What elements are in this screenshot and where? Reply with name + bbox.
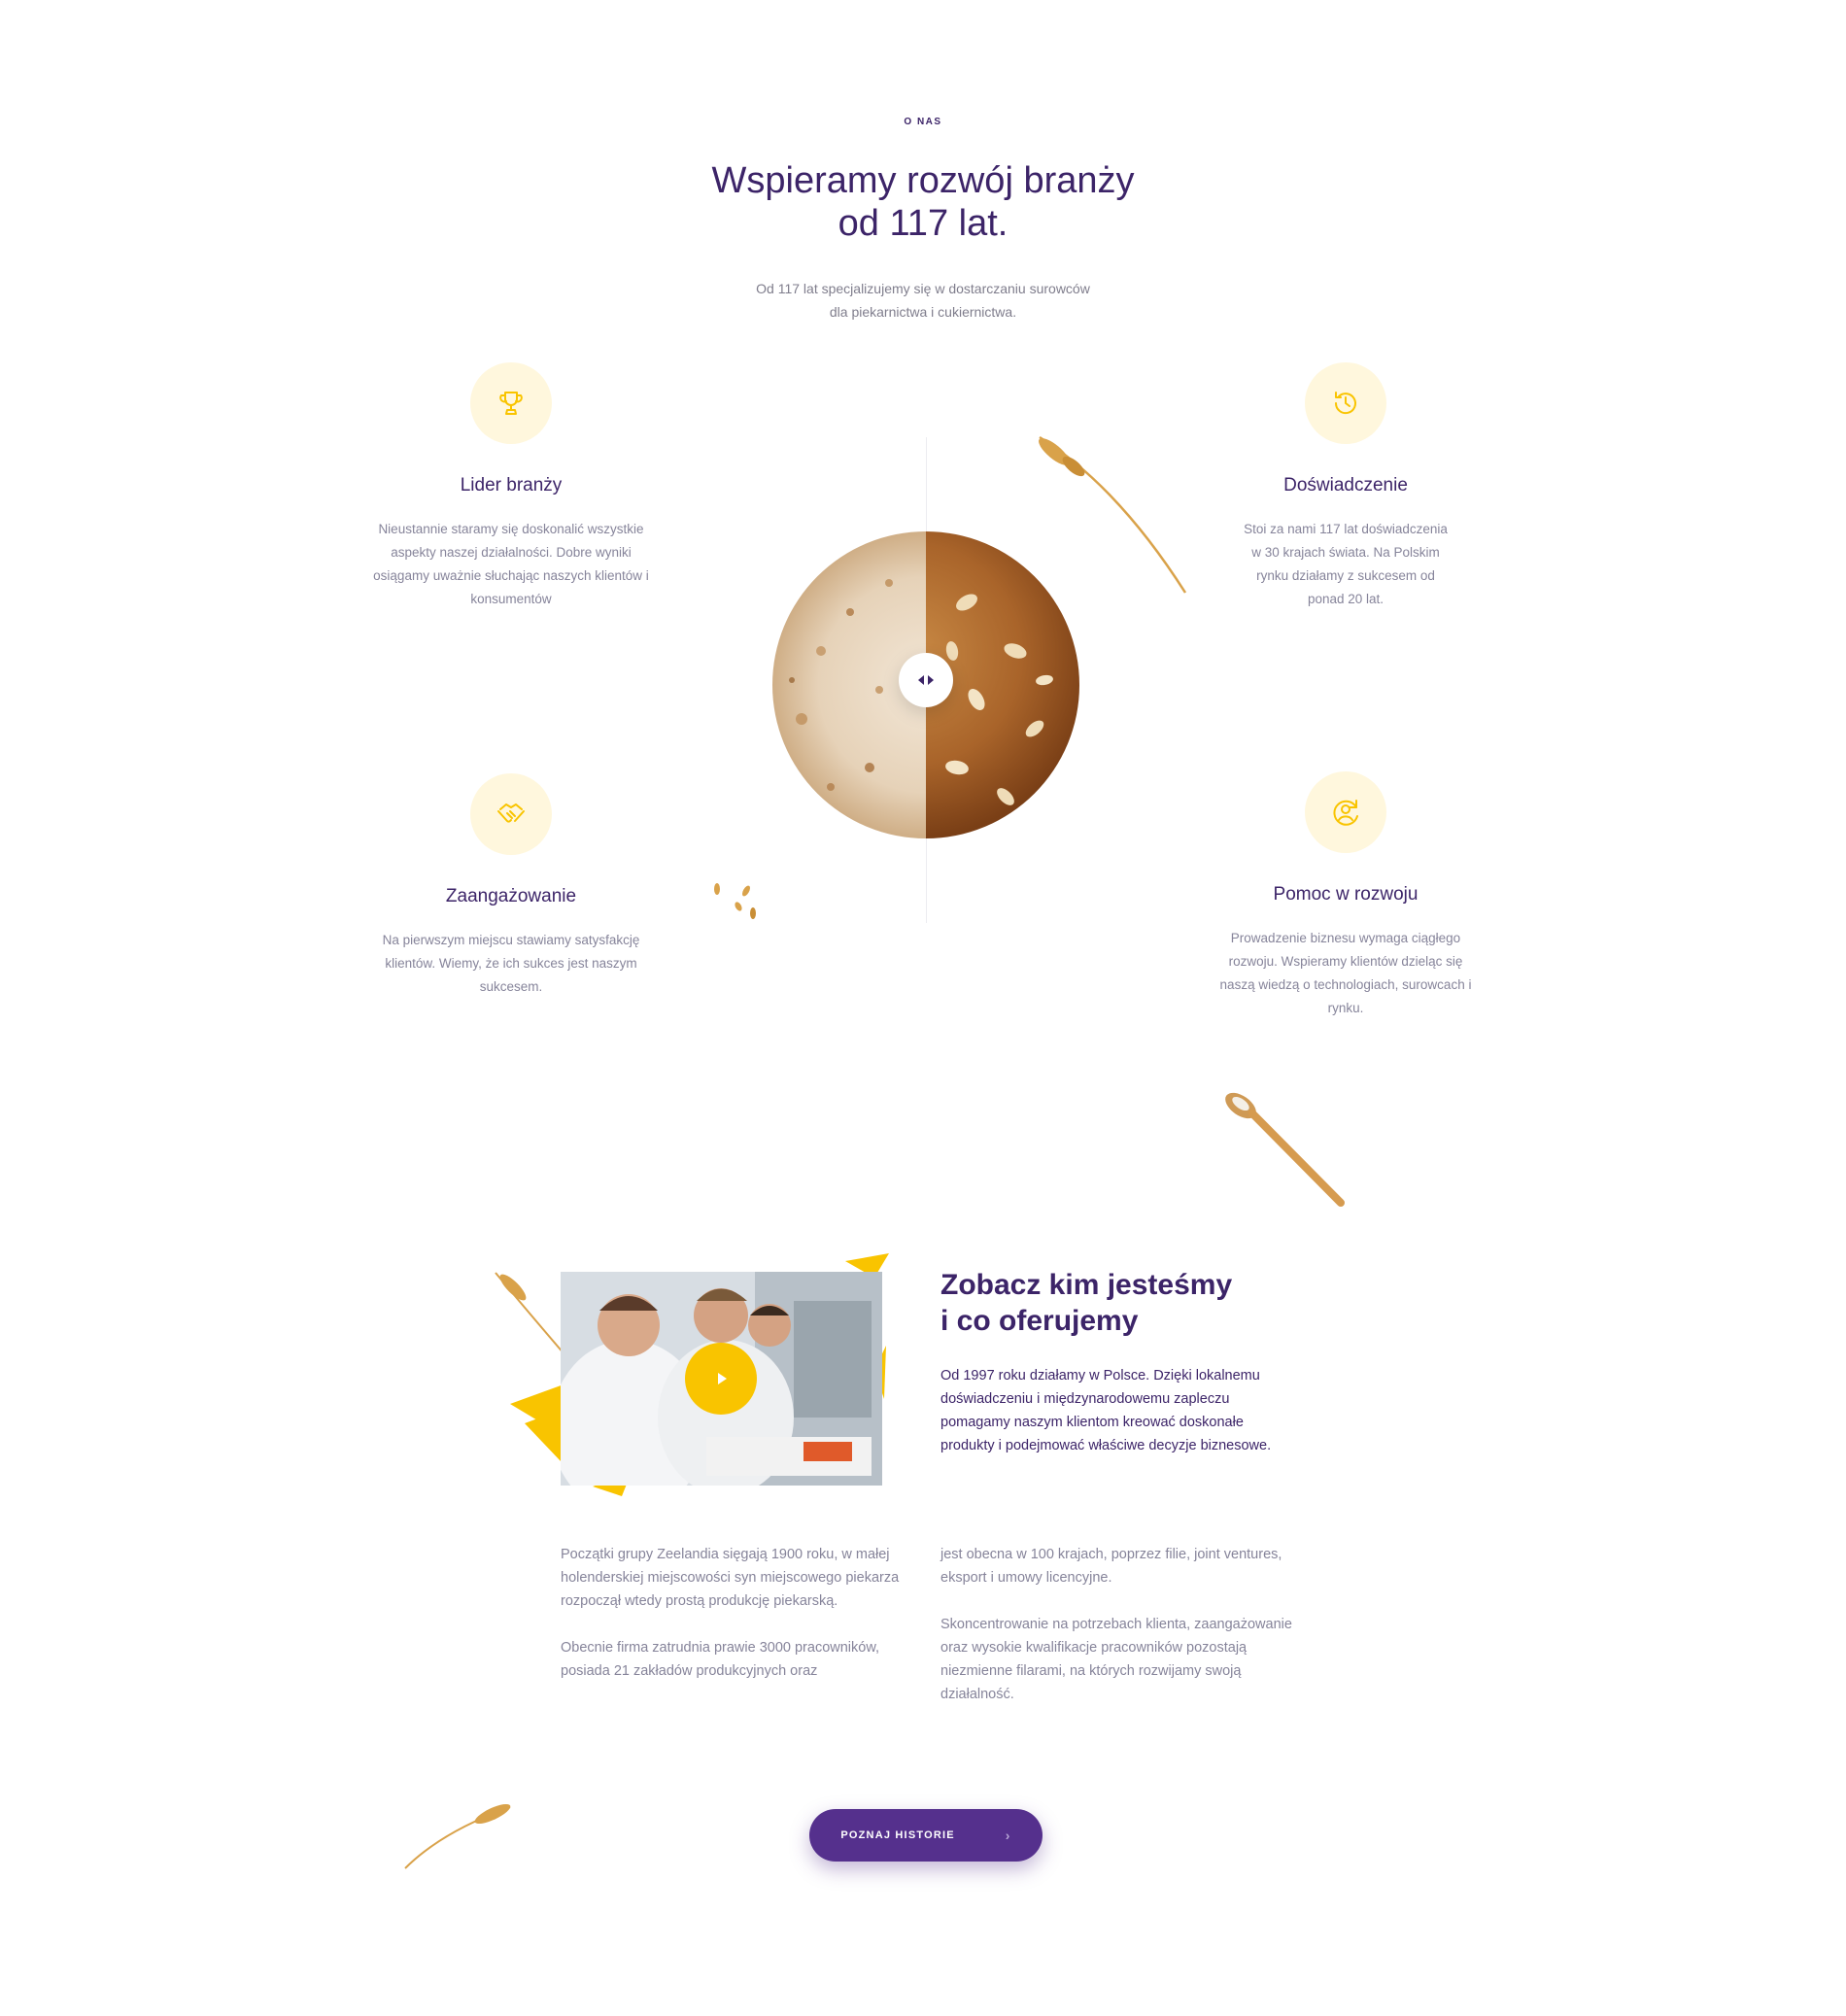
about-title-line-2: i co oferujemy	[940, 1305, 1139, 1337]
about-title-line-1: Zobacz kim jesteśmy	[940, 1269, 1233, 1301]
about-column-2: jest obecna w 100 krajach, poprzez filie…	[940, 1543, 1295, 1706]
arrow-left-icon	[918, 675, 924, 685]
play-icon	[718, 1373, 727, 1384]
handshake-icon	[470, 773, 552, 855]
history-button-label: POZNAJ HISTORIE	[840, 1829, 955, 1841]
wheat-bottom-icon	[404, 1803, 511, 1869]
about-lead: Od 1997 roku działamy w Polsce. Dzięki l…	[940, 1368, 1272, 1453]
about-paragraph: Początki grupy Zeelandia sięgają 1900 ro…	[561, 1547, 900, 1609]
history-button[interactable]: POZNAJ HISTORIE ›	[809, 1809, 1043, 1862]
grains-decoration-icon	[714, 883, 756, 919]
feature-pomoc: Pomoc w rozwoju Prowadzenie biznesu wyma…	[1200, 771, 1491, 1020]
arrow-right-icon	[928, 675, 934, 685]
user-refresh-icon	[1305, 771, 1386, 853]
about-paragraph: Obecnie firma zatrudnia prawie 3000 prac…	[561, 1640, 880, 1679]
wooden-spoon-icon	[1225, 1092, 1345, 1207]
section-eyebrow: O NAS	[904, 117, 942, 127]
feature-title: Pomoc w rozwoju	[1273, 884, 1419, 905]
title-line-2: od 117 lat.	[838, 203, 1008, 244]
feature-text: Nieustannie staramy się doskonalić wszys…	[373, 522, 649, 606]
about-paragraph: Skoncentrowanie na potrzebach klienta, z…	[940, 1617, 1292, 1702]
subtitle-line-2: dla piekarnictwa i cukiernictwa.	[829, 304, 1017, 320]
trophy-icon	[470, 362, 552, 444]
feature-title: Doświadczenie	[1283, 475, 1408, 495]
about-column-1: Początki grupy Zeelandia sięgają 1900 ro…	[561, 1543, 915, 1683]
feature-text: Prowadzenie biznesu wymaga ciągłego rozw…	[1219, 931, 1472, 1015]
section-subtitle: Od 117 lat specjalizujemy się w dostarcz…	[680, 277, 1166, 324]
history-clock-icon	[1305, 362, 1386, 444]
about-paragraph: jest obecna w 100 krajach, poprzez filie…	[940, 1547, 1282, 1586]
play-button[interactable]	[685, 1343, 757, 1415]
feature-zaangazowanie: Zaangażowanie Na pierwszym miejscu stawi…	[365, 773, 657, 999]
section-title: Wspieramy rozwój branży od 117 lat.	[632, 159, 1214, 245]
feature-text: Na pierwszym miejscu stawiamy satysfakcj…	[382, 933, 640, 994]
about-title: Zobacz kim jesteśmy i co oferujemy	[940, 1267, 1329, 1339]
chevron-right-icon: ›	[1005, 1828, 1011, 1843]
feature-doswiadczenie: Doświadczenie Stoi za nami 117 lat doświ…	[1200, 362, 1491, 611]
subtitle-line-1: Od 117 lat specjalizujemy się w dostarcz…	[756, 281, 1090, 296]
wheat-decoration-icon	[1039, 435, 1187, 594]
feature-title: Lider branży	[460, 475, 563, 495]
feature-text: Stoi za nami 117 lat doświadczenia w 30 …	[1244, 522, 1448, 606]
feature-lider: Lider branży Nieustannie staramy się dos…	[365, 362, 657, 611]
comparison-slider-handle[interactable]	[899, 653, 953, 707]
feature-title: Zaangażowanie	[445, 886, 577, 906]
title-line-1: Wspieramy rozwój branży	[711, 160, 1135, 201]
